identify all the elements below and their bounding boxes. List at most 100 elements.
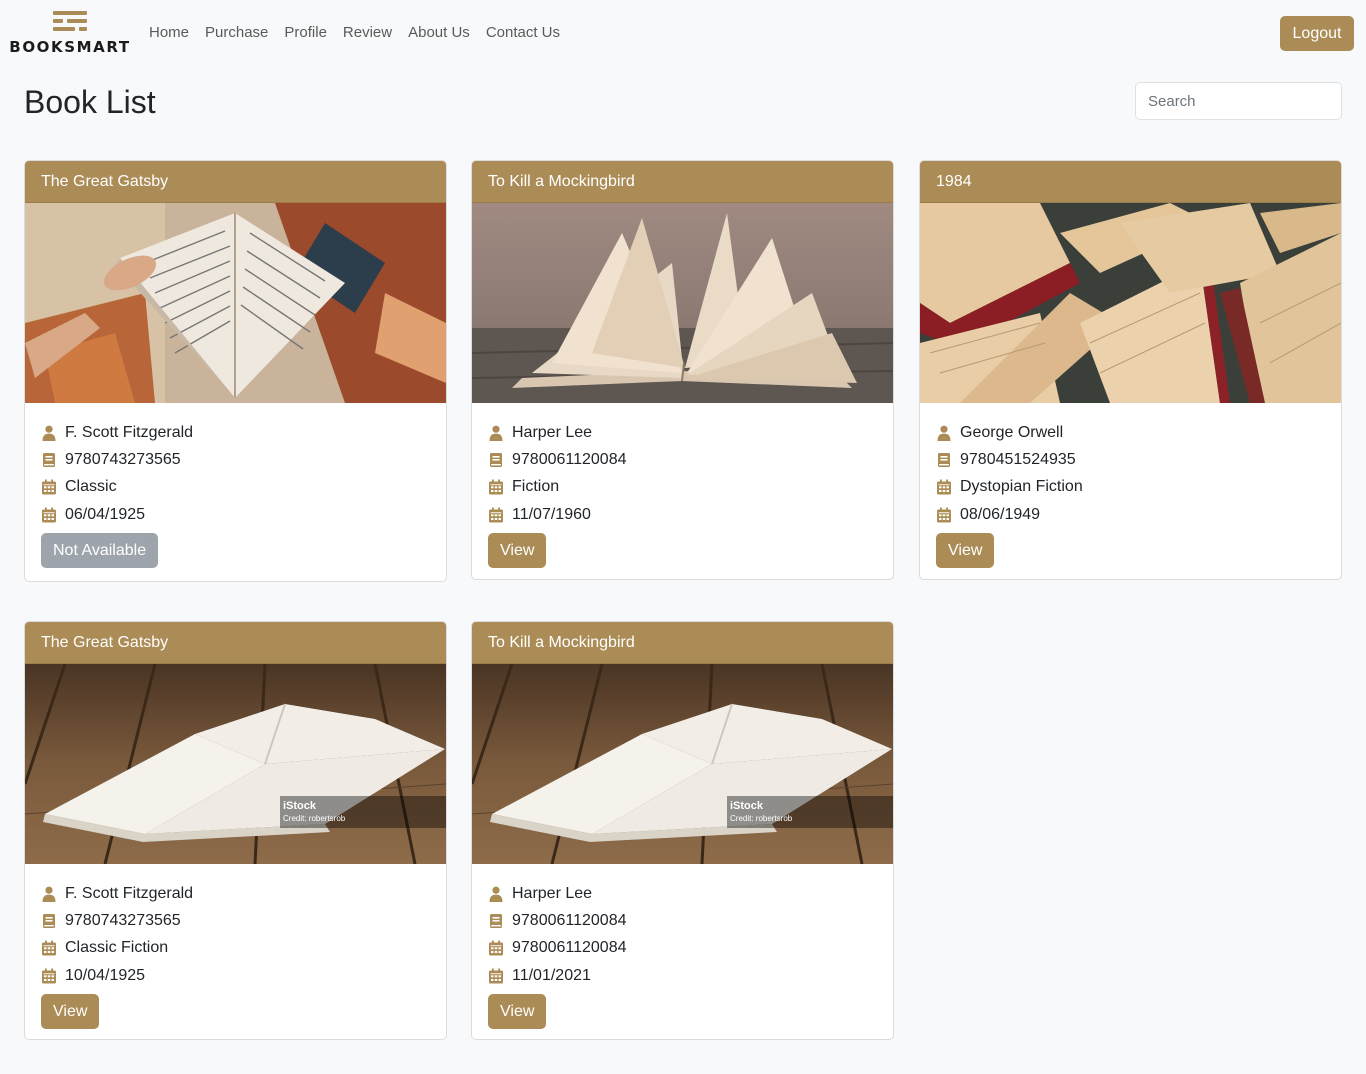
isbn-row: 9780743273565 xyxy=(41,907,430,934)
author-row: F. Scott Fitzgerald xyxy=(41,880,430,907)
book-card: To Kill a Mockingbird iStock Credit: rob… xyxy=(471,621,894,1040)
calendar-icon xyxy=(41,507,57,523)
isbn-row: 9780743273565 xyxy=(41,446,430,473)
author: George Orwell xyxy=(960,423,1064,441)
genre-row: 9780061120084 xyxy=(488,935,877,962)
isbn-row: 9780061120084 xyxy=(488,446,877,473)
genre-row: Classic xyxy=(41,474,430,501)
isbn-row: 9780061120084 xyxy=(488,907,877,934)
calendar-icon xyxy=(936,507,952,523)
book-icon xyxy=(488,452,504,468)
calendar-icon xyxy=(41,940,57,956)
isbn: 9780061120084 xyxy=(512,450,627,468)
calendar-icon xyxy=(41,968,57,984)
nav-link-review[interactable]: Review xyxy=(335,22,400,44)
isbn-row: 9780451524935 xyxy=(936,446,1325,473)
card-body: George Orwell 9780451524935 Dystopian Fi… xyxy=(920,403,1341,579)
nav-link-contact-us[interactable]: Contact Us xyxy=(478,22,568,44)
card-body: F. Scott Fitzgerald 9780743273565 Classi… xyxy=(25,403,446,581)
calendar-icon xyxy=(488,507,504,523)
author-row: Harper Lee xyxy=(488,419,877,446)
user-icon xyxy=(41,425,57,441)
author: Harper Lee xyxy=(512,423,593,441)
isbn: 9780743273565 xyxy=(65,911,181,929)
book-title: 1984 xyxy=(920,161,1341,203)
isbn: 9780743273565 xyxy=(65,450,181,468)
card-body: Harper Lee 9780061120084 Fiction 11/07/1… xyxy=(472,403,893,579)
book-image: iStock Credit: robertsrob xyxy=(25,664,446,864)
book-image: iStock Credit: robertsrob xyxy=(472,664,893,864)
author: F. Scott Fitzgerald xyxy=(65,884,194,902)
book-icon xyxy=(488,913,504,929)
calendar-icon xyxy=(488,940,504,956)
date: 11/07/1960 xyxy=(512,505,591,523)
genre-row: Dystopian Fiction xyxy=(936,474,1325,501)
nav-link-purchase[interactable]: Purchase xyxy=(197,22,276,44)
brand-name: BOOKSMART xyxy=(9,38,131,56)
view-button[interactable]: View xyxy=(488,533,547,569)
user-icon xyxy=(41,886,57,902)
isbn: 9780061120084 xyxy=(512,911,627,929)
book-icon xyxy=(936,452,952,468)
watermark-brand: iStock xyxy=(730,800,764,812)
book-image xyxy=(472,203,893,403)
page-title: Book List xyxy=(24,84,156,120)
author-row: George Orwell xyxy=(936,419,1325,446)
user-icon xyxy=(936,425,952,441)
book-card: To Kill a Mockingbird Harper Lee 9780061… xyxy=(471,160,894,580)
user-icon xyxy=(488,886,504,902)
view-button[interactable]: View xyxy=(936,533,995,569)
watermark-brand: iStock xyxy=(283,800,317,812)
calendar-icon xyxy=(936,479,952,495)
logout-button[interactable]: Logout xyxy=(1280,16,1354,51)
brand-logo[interactable]: BOOKSMART xyxy=(9,10,131,60)
genre: 9780061120084 xyxy=(512,939,627,957)
author: F. Scott Fitzgerald xyxy=(65,423,194,441)
date-row: 08/06/1949 xyxy=(936,501,1325,528)
date: 11/01/2021 xyxy=(512,966,591,984)
nav-link-profile[interactable]: Profile xyxy=(276,22,335,44)
date-row: 10/04/1925 xyxy=(41,962,430,989)
watermark-credit: Credit: robertsrob xyxy=(730,814,793,823)
search-input[interactable] xyxy=(1135,82,1342,120)
date-row: 11/07/1960 xyxy=(488,501,877,528)
calendar-icon xyxy=(41,479,57,495)
book-card: 1984 George Orwell 9780451524935 Dystopi… xyxy=(919,160,1342,580)
watermark-credit: Credit: robertsrob xyxy=(283,814,346,823)
book-logo-icon xyxy=(53,11,87,31)
book-title: To Kill a Mockingbird xyxy=(472,622,893,664)
book-icon xyxy=(41,913,57,929)
user-icon xyxy=(488,425,504,441)
card-body: F. Scott Fitzgerald 9780743273565 Classi… xyxy=(25,864,446,1039)
author-row: F. Scott Fitzgerald xyxy=(41,419,430,446)
genre-row: Classic Fiction xyxy=(41,935,430,962)
nav-links: Home Purchase Profile Review About Us Co… xyxy=(141,22,568,44)
book-image xyxy=(920,203,1341,403)
isbn: 9780451524935 xyxy=(960,450,1076,468)
book-card: The Great Gatsby F. Scott Fitzgerald 978… xyxy=(24,160,447,582)
genre: Classic xyxy=(65,478,117,496)
calendar-icon xyxy=(488,479,504,495)
genre: Classic Fiction xyxy=(65,939,169,957)
date-row: 11/01/2021 xyxy=(488,962,877,989)
genre: Fiction xyxy=(512,478,560,496)
date: 08/06/1949 xyxy=(960,505,1041,523)
book-icon xyxy=(41,452,57,468)
author: Harper Lee xyxy=(512,884,593,902)
nav-link-about-us[interactable]: About Us xyxy=(400,22,478,44)
book-title: The Great Gatsby xyxy=(25,161,446,203)
genre-row: Fiction xyxy=(488,474,877,501)
not-available-button[interactable]: Not Available xyxy=(41,533,159,569)
genre: Dystopian Fiction xyxy=(960,478,1083,496)
date-row: 06/04/1925 xyxy=(41,501,430,528)
nav-link-home[interactable]: Home xyxy=(141,22,197,44)
book-image xyxy=(25,203,446,403)
navbar: BOOKSMART Home Purchase Profile Review A… xyxy=(0,0,1366,68)
card-body: Harper Lee 9780061120084 9780061120084 1… xyxy=(472,864,893,1039)
book-title: The Great Gatsby xyxy=(25,622,446,664)
calendar-icon xyxy=(488,968,504,984)
date: 06/04/1925 xyxy=(65,505,146,523)
view-button[interactable]: View xyxy=(41,994,100,1030)
view-button[interactable]: View xyxy=(488,994,547,1030)
date: 10/04/1925 xyxy=(65,966,146,984)
